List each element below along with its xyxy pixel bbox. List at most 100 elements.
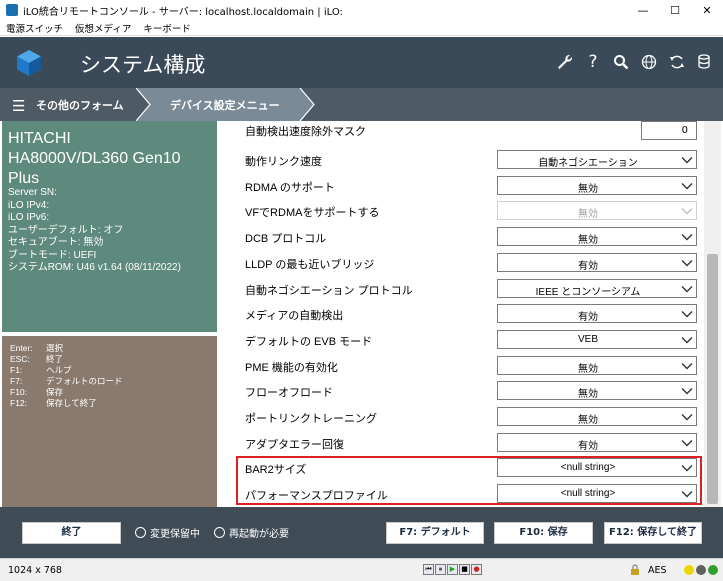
setting-dropdown[interactable]: 自動ネゴシエーション [497,150,697,169]
window-titlebar: iLO統合リモートコンソール - サーバー: localhost.localdo… [0,0,723,20]
menu-hamburger-icon[interactable]: ☰ [12,97,25,115]
dropdown-value: 無効 [578,209,598,221]
action-footer: 終了 変更保留中 再起動が必要 F7: デフォルト F10: 保存 F12: 保… [0,507,723,558]
media-controls: ⏮ ⏸ ▶ ■ ● [423,564,482,575]
pending-changes-radio [135,527,146,538]
setting-dropdown[interactable]: 有効 [497,252,697,272]
chevron-down-icon [681,362,693,370]
setting-row: アダプタエラー回復 有効 [219,430,704,456]
dropdown-value: 無効 [578,415,598,426]
breadcrumb-other-forms[interactable]: その他のフォーム [36,97,124,113]
page-title: システム構成 [80,53,206,77]
help-icon[interactable]: ? [583,51,603,73]
window-title: iLO統合リモートコンソール - サーバー: localhost.localdo… [23,6,343,18]
lock-icon [630,564,640,578]
setting-label: PME 機能の有効化 [245,361,338,374]
setting-row: メディアの自動検出 有効 [219,301,704,327]
settings-list: 自動検出速度除外マスク 0 動作リンク速度 自動ネゴシエーション RDMA のサポー… [219,121,704,507]
setting-label: ポートリンクトレーニング [245,413,377,425]
setting-dropdown[interactable]: 有効 [497,304,697,324]
indicator-green-icon [708,565,718,575]
pending-changes-label: 変更保留中 [150,529,200,540]
chevron-down-icon [681,336,693,344]
setting-label: RDMA のサポート [245,181,335,194]
dropdown-value: 有効 [578,440,598,452]
breadcrumb-device-settings[interactable]: デバイス設定メニュー [170,97,280,113]
chevron-down-icon [681,414,693,421]
globe-icon[interactable] [639,51,659,73]
setting-dropdown[interactable]: 無効 [497,355,697,375]
f12-save-exit-button[interactable]: F12: 保存して終了 [604,522,702,544]
chevron-down-icon [681,311,693,318]
setting-dropdown[interactable]: 無効 [497,175,697,195]
chevron-down-icon [681,259,693,267]
setting-dropdown[interactable]: IEEE とコンソーシアム [497,278,697,298]
wrench-icon[interactable] [555,51,575,73]
dropdown-value: 無効 [578,235,598,247]
database-icon[interactable] [695,51,715,73]
server-sn: Server SN: [8,187,57,198]
close-button[interactable]: ✕ [691,0,723,20]
media-pause-icon[interactable]: ⏸ [435,564,446,575]
server-details: Server SN: iLO IPv4: iLO IPv6: ユーザーデフォルト… [8,187,181,275]
menu-bar: 電源スイッチ 仮想メディア キーボード [0,20,723,36]
setting-row: RDMA のサポート 無効 [219,173,704,199]
media-stop-icon[interactable]: ■ [459,564,470,575]
speed-exclusion-mask-input[interactable]: 0 [641,121,697,140]
dropdown-value: VEB [577,333,598,345]
setting-row: LLDP の最も近いブリッジ 有効 [219,250,704,276]
refresh-icon[interactable] [667,51,687,73]
encryption-label: AES [648,565,667,576]
indicator-gray-icon [696,565,706,575]
ilo-app-icon [6,4,18,16]
setting-row: ポートリンクトレーニング 無効 [219,404,704,430]
menu-keyboard[interactable]: キーボード [143,21,191,35]
header-toolbar: ? [555,51,715,73]
server-info-panel: HITACHI HA8000V/DL360 Gen10 Plus Server … [2,121,217,332]
server-model: HITACHI HA8000V/DL360 Gen10 Plus [8,130,181,187]
search-icon[interactable] [611,51,631,73]
chevron-down-icon [681,285,693,292]
dropdown-value: 無効 [578,363,598,375]
chevron-down-icon [681,208,693,215]
setting-dropdown[interactable]: 無効 [497,381,697,401]
dropdown-value: 自動ネゴシエーション [538,158,638,169]
setting-label: DCB プロトコル [245,233,327,246]
reboot-required-label: 再起動が必要 [229,529,289,540]
exit-button[interactable]: 終了 [22,522,121,544]
media-record-icon[interactable]: ● [471,564,482,575]
chevron-down-icon [681,439,693,447]
chevron-down-icon [681,157,693,164]
dropdown-value: 有効 [578,260,598,272]
setting-dropdown[interactable]: 有効 [497,432,697,452]
window-controls: — ☐ ✕ [627,0,723,20]
breadcrumb: ☰ その他のフォーム デバイス設定メニュー [0,88,723,121]
setting-row: DCB プロトコル 無効 [219,224,704,250]
setting-row-speed-exclusion-mask: 自動検出速度除外マスク 0 [219,121,704,147]
setting-label: LLDP の最も近いブリッジ [245,258,375,271]
secure-boot: セキュアブート: 無効 [8,237,104,248]
hpe-cube-logo-icon [17,50,41,76]
setting-dropdown[interactable]: 無効 [497,407,697,426]
setting-label: デフォルトの EVB モード [245,335,373,348]
menu-virtual-media[interactable]: 仮想メディア [75,21,131,35]
boot-mode: ブートモード: UEFI [8,249,97,261]
setting-dropdown[interactable]: VEB [497,329,697,349]
f10-save-button[interactable]: F10: 保存 [494,522,593,544]
maximize-button[interactable]: ☐ [659,0,691,20]
setting-row: PME 機能の有効化 無効 [219,353,704,379]
setting-row: 自動ネゴシエーション プロトコル IEEE とコンソーシアム [219,276,704,302]
setting-label: 自動検出速度除外マスク [245,126,366,138]
setting-label: 自動ネゴシエーション プロトコル [245,284,413,297]
menu-power-switch[interactable]: 電源スイッチ [6,21,63,35]
setting-dropdown[interactable]: 無効 [497,227,697,247]
setting-row: VFでRDMAをサポートする 無効 [219,198,704,224]
setting-dropdown: 無効 [497,201,697,221]
scrollbar-thumb[interactable] [707,254,718,504]
setting-row: デフォルトの EVB モード VEB [219,327,704,353]
media-rewind-icon[interactable]: ⏮ [423,564,434,575]
f7-default-button[interactable]: F7: デフォルト [386,522,484,544]
dropdown-value: 無効 [578,183,598,195]
minimize-button[interactable]: — [627,0,659,20]
media-play-icon[interactable]: ▶ [447,564,458,575]
